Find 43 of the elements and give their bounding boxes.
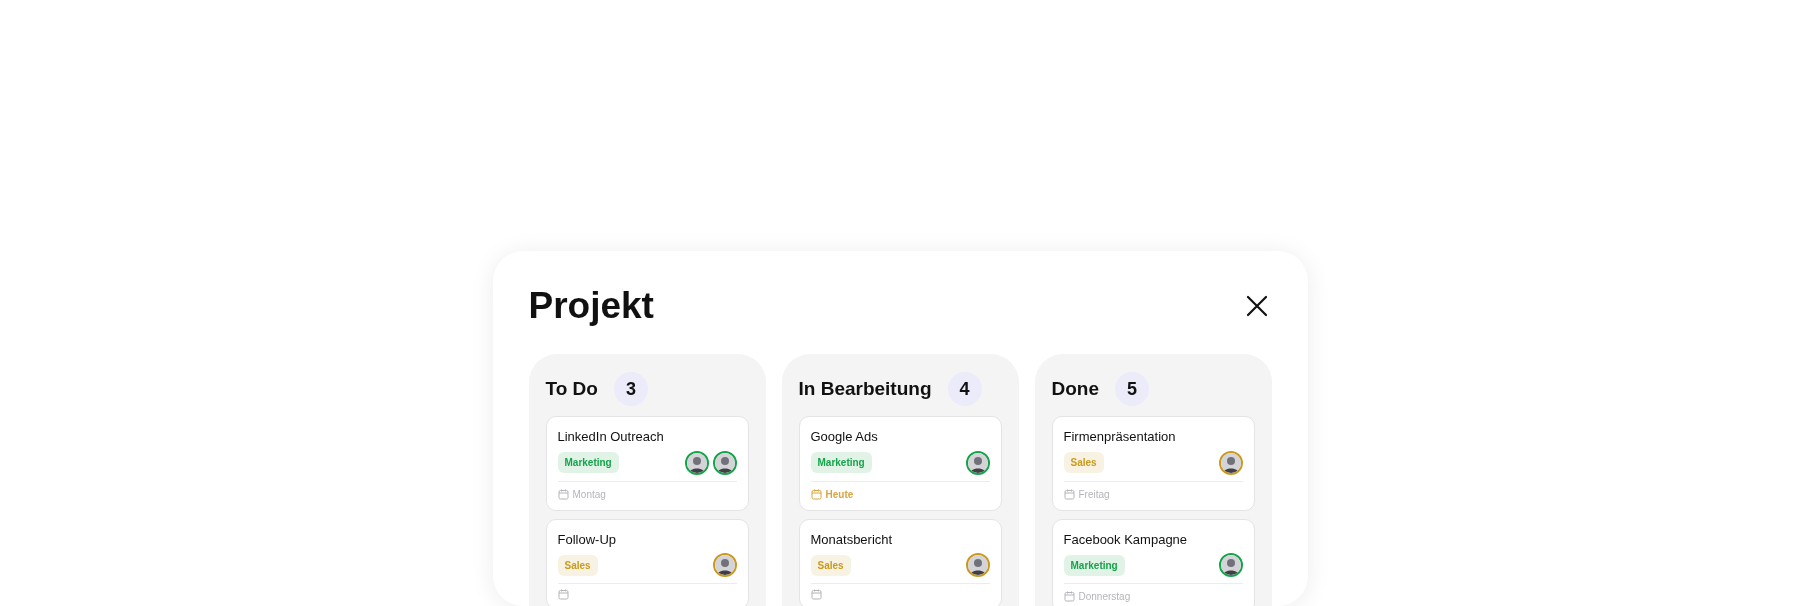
task-card[interactable]: Google Ads Marketing Heute [798,416,1002,511]
tag: Sales [557,554,598,576]
task-card[interactable]: Firmenpräsentation Sales Freitag [1051,416,1255,511]
task-title: Monatsbericht [810,530,894,549]
tag: Marketing [810,452,872,473]
due-date: Donnerstag [1078,590,1131,604]
avatar [712,553,737,577]
avatar [965,553,990,577]
calendar-icon [810,488,822,500]
calendar-icon [810,589,822,600]
task-count: 4 [947,372,982,406]
due-date: Heute [825,487,854,502]
task-title: Facebook Kampagne [1063,530,1189,549]
avatar [684,450,709,475]
task-title: Firmenpräsentation [1063,428,1177,446]
column-title: In Bearbeitung [798,376,932,401]
column-title: Done [1051,376,1099,401]
avatar [965,450,990,475]
tag: Sales [1063,452,1104,473]
calendar-icon [1063,488,1075,500]
task-title: Google Ads [810,428,879,446]
task-count: 3 [613,372,648,406]
tag: Marketing [1063,554,1125,576]
avatar [1218,553,1243,577]
task-title: Follow-Up [557,530,617,549]
dialog-title: Projekt [528,287,654,324]
task-card[interactable]: Facebook Kampagne Marketing Donnerstag [1051,518,1255,606]
task-card[interactable]: Monatsbericht Sales [798,518,1002,606]
close-icon [1245,294,1268,317]
column-title: To Do [545,376,598,401]
tag: Marketing [557,452,619,473]
avatar [712,450,737,475]
calendar-icon [557,488,569,500]
tag: Sales [810,554,851,576]
due-date: Freitag [1078,487,1110,502]
task-card[interactable]: LinkedIn Outreach Marketing Montag [545,416,749,511]
due-date: Montag [572,487,606,502]
calendar-icon [1063,591,1075,602]
task-count: 5 [1115,372,1149,406]
task-card[interactable]: Follow-Up Sales [545,518,749,606]
avatar [1218,450,1243,475]
task-title: LinkedIn Outreach [557,428,665,446]
calendar-icon [557,589,569,600]
